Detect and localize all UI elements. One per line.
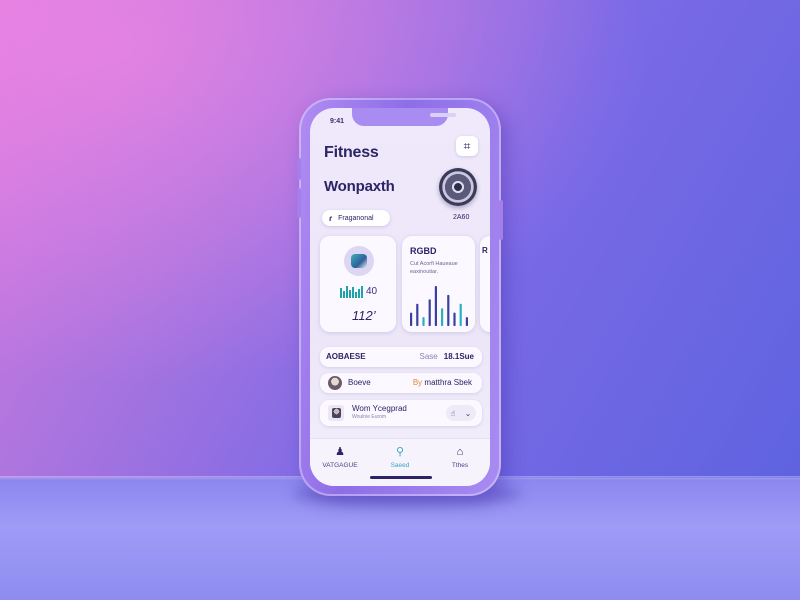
date-label: 2A60 (453, 214, 470, 221)
tab-label: Tthes (451, 462, 469, 469)
pill-label: Fraganonal (338, 214, 374, 222)
notch (352, 108, 456, 126)
list-item-meta-prefix: By (412, 378, 423, 387)
page-title: Fitness (324, 144, 379, 161)
summary-label: AOBAESE (326, 352, 366, 361)
category-pill[interactable]: ɾ Fraganonal (322, 210, 390, 226)
menu-button[interactable]: ⌗ (456, 136, 478, 156)
chart-bar (416, 303, 419, 326)
phone-screen: 9:41 ⌗ Fitness Wonpaxth ɾ Fraganonal 2A6… (310, 108, 490, 486)
list-item-meta-text: matthra Sbek (424, 378, 472, 387)
person-icon: ♟ (335, 446, 345, 458)
status-time: 9:41 (330, 118, 345, 125)
mini-bars-icon (340, 286, 363, 298)
list-item-name: Wom Ycegprad (352, 404, 407, 413)
row-control[interactable]: ☝ ⌄ (446, 405, 476, 421)
chart-bar (434, 286, 437, 326)
chart-bar (447, 294, 450, 326)
hash-icon: ⌗ (463, 138, 471, 153)
next-card-text: R (482, 246, 488, 255)
speaker (430, 113, 456, 117)
list-item-name: Boeve (348, 378, 371, 387)
stat-value: 40 (366, 286, 378, 297)
summary-row[interactable]: AOBAESE Sase 18.1Sue (320, 347, 482, 367)
tab-label: VATGAGUE (322, 462, 358, 469)
workout-avatar (344, 246, 374, 276)
chart-bar (428, 299, 431, 326)
list-item-meta: By matthra Sbek (413, 378, 472, 387)
chart-card[interactable]: RGBD Cut Acorfi Haueaue eaxinoutiar. (402, 236, 475, 332)
power-button (499, 200, 503, 240)
chart-bar (459, 303, 462, 326)
tab-profile[interactable]: ♟ VATGAGUE (312, 445, 368, 469)
avatar (328, 405, 344, 421)
side-button (297, 188, 301, 218)
summary-value: Sase 18.1Sue (420, 352, 474, 361)
list-item[interactable]: Wom Ycegprad Woulnie Eurom ☝ ⌄ (320, 400, 482, 426)
chart-card-text: Cut Acorfi Haueaue eaxinoutiar. (410, 261, 458, 275)
chart-bar (441, 308, 444, 326)
summary-number: 18.1Sue (443, 352, 474, 361)
tab-search[interactable]: ⚲ Saeed (372, 445, 428, 469)
next-card[interactable]: R (480, 236, 490, 332)
hand-icon[interactable]: ☝ (451, 409, 456, 418)
disc-icon[interactable] (439, 168, 477, 206)
chart-bar (422, 317, 425, 326)
workout-image (351, 254, 367, 268)
avatar (328, 376, 342, 390)
page-subtitle: Wonpaxth (324, 178, 395, 195)
tab-home[interactable]: ⌂ Tthes (432, 445, 488, 469)
list-item-sub: Woulnie Eurom (352, 414, 387, 420)
home-icon: ⌂ (456, 446, 464, 458)
leaf-icon: ɾ (329, 213, 333, 223)
chevron-down-icon[interactable]: ⌄ (465, 409, 472, 418)
chart-bar (453, 312, 456, 326)
list-item[interactable]: Boeve By matthra Sbek (320, 373, 482, 393)
summary-muted: Sase (419, 352, 438, 361)
bar-chart (410, 286, 468, 326)
side-button (297, 158, 301, 180)
home-indicator[interactable] (370, 476, 432, 479)
chart-bar (410, 312, 413, 326)
chart-bar (465, 317, 468, 326)
chart-card-title: RGBD (410, 246, 437, 256)
stat-card[interactable]: 40 112’ (320, 236, 396, 332)
tab-label: Saeed (390, 462, 410, 469)
stat-big-value: 112’ (352, 308, 376, 323)
search-icon: ⚲ (395, 446, 405, 458)
